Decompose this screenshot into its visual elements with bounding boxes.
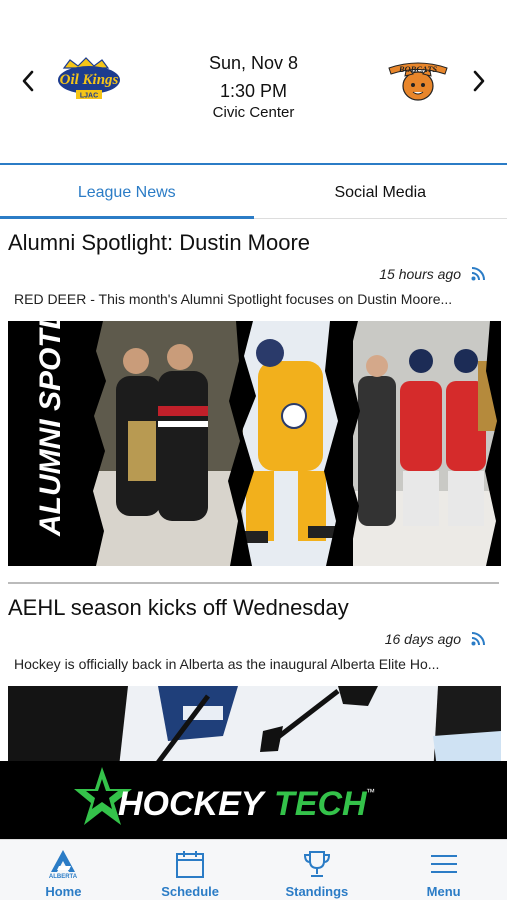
article-meta: 16 days ago bbox=[8, 630, 499, 648]
game-header: Oil Kings LJAC Sun, Nov 8 1:30 PM Civic … bbox=[0, 0, 507, 165]
nav-menu-label: Menu bbox=[426, 884, 461, 899]
tab-league-news[interactable]: League News bbox=[0, 167, 254, 219]
nav-standings-label: Standings bbox=[285, 884, 349, 899]
game-time: 1:30 PM bbox=[219, 81, 288, 101]
home-logo-subtext: LJAC bbox=[80, 93, 98, 100]
article-image[interactable] bbox=[8, 686, 501, 761]
game-venue: Civic Center bbox=[212, 104, 295, 121]
news-feed[interactable]: Alumni Spotlight: Dustin Moore 15 hours … bbox=[0, 219, 507, 761]
hamburger-menu-icon bbox=[426, 848, 462, 880]
game-info[interactable]: Sun, Nov 8 1:30 PM Civic Center bbox=[140, 52, 367, 122]
chevron-left-icon bbox=[22, 70, 34, 92]
banner-brand-mark: ™ bbox=[366, 787, 375, 797]
news-tabs: League News Social Media bbox=[0, 167, 507, 219]
home-logo-text: ALBERTA bbox=[49, 874, 78, 880]
home-logo-text: Oil Kings bbox=[60, 72, 119, 88]
bottom-nav: ALBERTA Home Schedule Standings Menu bbox=[0, 839, 507, 900]
away-team-logo[interactable]: BOBCATS bbox=[385, 56, 451, 102]
nav-menu[interactable]: Menu bbox=[380, 840, 507, 900]
chevron-right-icon bbox=[473, 70, 485, 92]
bobcats-logo-icon: BOBCATS bbox=[388, 62, 448, 101]
nav-schedule[interactable]: Schedule bbox=[127, 840, 254, 900]
next-game-button[interactable] bbox=[467, 68, 491, 94]
game-date: Sun, Nov 8 bbox=[208, 53, 299, 73]
hockey-action-photo bbox=[8, 686, 501, 761]
home-team-logo[interactable]: Oil Kings LJAC bbox=[56, 56, 122, 102]
hockeytech-logo: HOCKEY TECH ™ bbox=[73, 767, 375, 825]
article-summary: Hockey is officially back in Alberta as … bbox=[14, 656, 440, 672]
app-screen: Oil Kings LJAC Sun, Nov 8 1:30 PM Civic … bbox=[0, 0, 507, 900]
calendar-icon bbox=[172, 848, 208, 880]
previous-game-button[interactable] bbox=[16, 68, 40, 94]
alberta-logo-icon: ALBERTA bbox=[45, 848, 81, 880]
hockeytech-banner[interactable]: HOCKEY TECH ™ bbox=[0, 761, 507, 839]
banner-brand-second: TECH bbox=[274, 785, 368, 823]
rss-icon bbox=[471, 632, 485, 646]
trophy-icon bbox=[299, 848, 335, 880]
nav-standings[interactable]: Standings bbox=[254, 840, 381, 900]
tab-social-media[interactable]: Social Media bbox=[254, 167, 507, 218]
rss-icon bbox=[471, 267, 485, 281]
oil-kings-logo-icon: Oil Kings LJAC bbox=[58, 57, 120, 100]
nav-home[interactable]: ALBERTA Home bbox=[0, 840, 127, 900]
away-logo-text: BOBCATS bbox=[398, 64, 438, 74]
nav-home-label: Home bbox=[45, 884, 82, 899]
article-summary: RED DEER - This month's Alumni Spotlight… bbox=[14, 291, 453, 307]
article-image[interactable]: ALUMNI SPOTLIGHT bbox=[8, 321, 501, 566]
news-article[interactable]: AEHL season kicks off Wednesday 16 days … bbox=[0, 584, 507, 761]
article-title: Alumni Spotlight: Dustin Moore bbox=[8, 230, 311, 255]
image-overlay-text: ALUMNI SPOTLIGHT bbox=[34, 321, 67, 537]
article-meta: 15 hours ago bbox=[8, 265, 499, 283]
news-article[interactable]: Alumni Spotlight: Dustin Moore 15 hours … bbox=[0, 219, 507, 566]
banner-brand-first: HOCKEY bbox=[118, 785, 267, 823]
article-age: 16 days ago bbox=[384, 631, 461, 647]
article-age: 15 hours ago bbox=[379, 266, 461, 282]
alumni-spotlight-collage: ALUMNI SPOTLIGHT bbox=[8, 321, 501, 566]
article-title: AEHL season kicks off Wednesday bbox=[8, 595, 349, 620]
nav-schedule-label: Schedule bbox=[161, 884, 220, 899]
